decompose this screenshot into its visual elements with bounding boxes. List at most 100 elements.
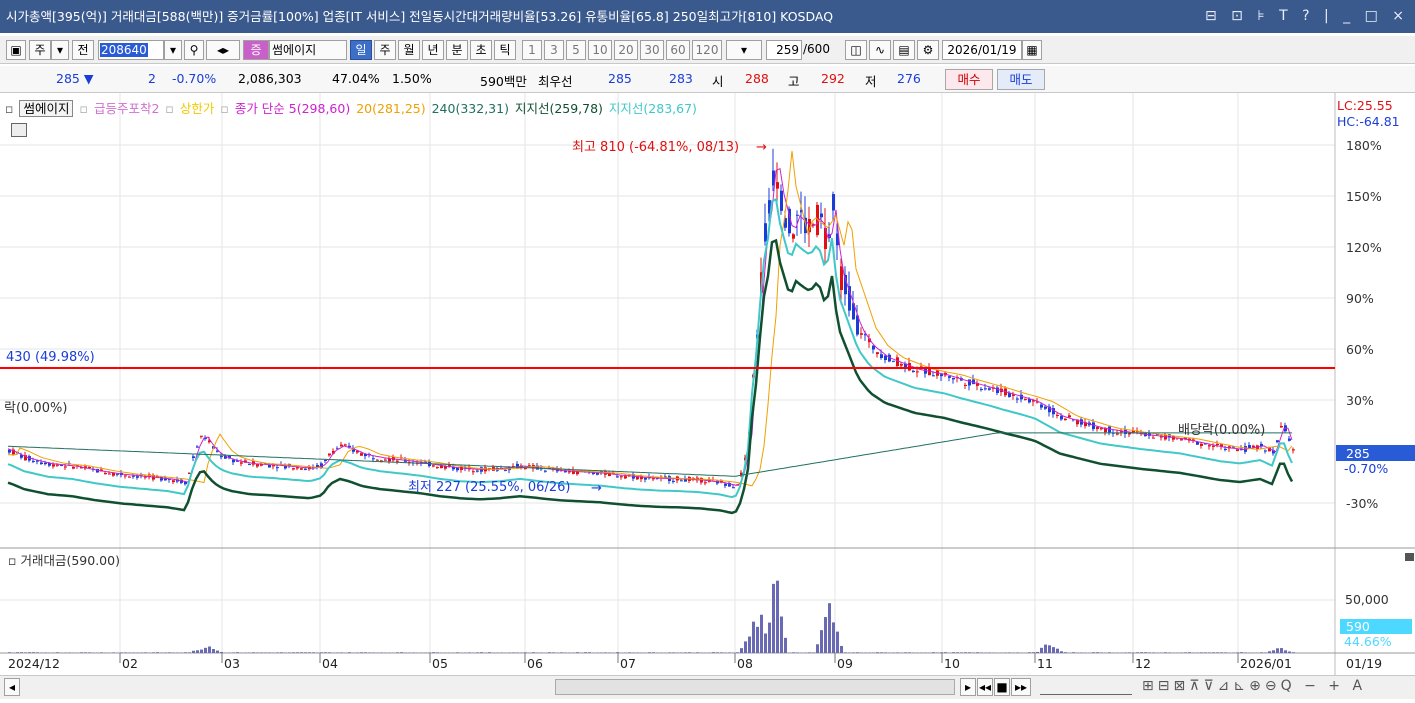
open-price: 288 [745, 71, 769, 86]
volume-bar [256, 652, 259, 653]
y-axis-tick-label: 60% [1346, 342, 1374, 357]
legend-ma-title[interactable]: 종가 단순 5(298,60) [235, 101, 350, 116]
stock-code-input[interactable]: 208640 [98, 40, 164, 60]
tab-minute[interactable]: 분 [446, 40, 468, 60]
tab-week[interactable]: 주 [374, 40, 396, 60]
interval-10[interactable]: 10 [588, 40, 612, 60]
tab-year[interactable]: 년 [422, 40, 444, 60]
trend-icon[interactable]: ∿ [869, 40, 891, 60]
window-title-bar: 시가총액[395(억)] 거래대금[588(백만)] 증거금률[100%] 업종… [0, 0, 1415, 33]
grid-toggle-icon[interactable] [11, 123, 27, 137]
tab-tick[interactable]: 틱 [494, 40, 516, 60]
candle-body [900, 364, 903, 366]
change-value: 2 [148, 71, 156, 86]
candle-body [124, 475, 127, 477]
rewind-icon[interactable]: ◂◂ [977, 678, 993, 696]
candle-body [968, 379, 971, 386]
legend-support2[interactable]: 지지선(283,67) [609, 101, 697, 116]
legend-ma240[interactable]: 240(332,31) [432, 101, 509, 116]
legend-ind1[interactable]: 급등주포착2 [94, 101, 159, 116]
date-input[interactable]: 2026/01/19 [942, 40, 1022, 60]
volume-bar [1164, 652, 1167, 653]
legend-stock[interactable]: 썸에이지 [19, 100, 74, 117]
candle-body [1292, 449, 1295, 451]
interval-1[interactable]: 1 [522, 40, 542, 60]
chevron-down-icon[interactable]: ▾ [51, 40, 69, 60]
candle-body [764, 223, 767, 242]
volume-bar [1144, 652, 1147, 653]
candle-body [1040, 404, 1043, 408]
candle-body [1264, 450, 1267, 452]
zoom-slider[interactable] [1040, 679, 1132, 695]
interval-select[interactable]: ▾ [726, 40, 762, 60]
interval-120[interactable]: 120 [692, 40, 722, 60]
save-icon[interactable]: ▤ [893, 40, 915, 60]
interval-30[interactable]: 30 [640, 40, 664, 60]
x-axis-tick-label: 06 [527, 656, 543, 671]
all-button[interactable]: 전 [72, 40, 94, 60]
screen-icon[interactable]: ▣ [6, 40, 26, 60]
candle-body [376, 459, 379, 461]
volume-bar [856, 652, 859, 653]
compare-icon[interactable]: ◫ [845, 40, 867, 60]
legend-ind2[interactable]: 상한가 [180, 101, 215, 116]
candle-body [724, 483, 727, 486]
tab-second[interactable]: 초 [470, 40, 492, 60]
code-dropdown-icon[interactable]: ▾ [164, 40, 182, 60]
volume-bar [588, 652, 591, 653]
candle-body [644, 477, 647, 480]
panel-close-icon[interactable] [1405, 553, 1414, 561]
volume-bar [768, 622, 771, 653]
volume-bar [360, 652, 363, 653]
count-input[interactable]: 259 [766, 40, 802, 60]
volume-ratio: 47.04% [332, 71, 380, 86]
candle-body [792, 234, 795, 239]
volume-bar [208, 646, 211, 653]
x-axis-tick-label: 2024/12 [8, 656, 60, 671]
drawing-tools-icon[interactable]: ⊞⊟⊠⊼⊽⊿⊾⊕⊖Q − + A [1142, 678, 1366, 694]
interval-60[interactable]: 60 [666, 40, 690, 60]
candle-body [1060, 416, 1063, 420]
volume-bar [200, 649, 203, 653]
volume-bar [112, 652, 115, 653]
price-chart[interactable]: 430 (49.98%) 락(0.00%) 배당락(0.00%) 최고 810 … [0, 93, 1415, 675]
candle-body [40, 462, 43, 465]
calendar-icon[interactable]: ▦ [1022, 40, 1042, 60]
x-axis-tick-label: 09 [837, 656, 853, 671]
candle-body [1236, 449, 1239, 452]
tab-day[interactable]: 일 [350, 40, 372, 60]
volume-bar [320, 652, 323, 653]
interval-3[interactable]: 3 [544, 40, 564, 60]
volume-bar [1292, 652, 1295, 653]
stop-icon[interactable]: ■ [994, 678, 1010, 696]
market-select[interactable]: 주 [29, 40, 51, 60]
volume-bar [860, 652, 863, 653]
candle-body [372, 458, 375, 460]
volume-bar [1092, 652, 1095, 653]
legend-support1[interactable]: 지지선(259,78) [515, 101, 603, 116]
forward-icon[interactable]: ▸▸ [1011, 678, 1031, 696]
scroll-left-icon[interactable]: ◂ [4, 678, 20, 696]
horizontal-scrollbar[interactable]: ◂ ▸ ◂◂ ■ ▸▸ ⊞⊟⊠⊼⊽⊿⊾⊕⊖Q − + A [0, 675, 1415, 699]
volume-bar [672, 652, 675, 653]
sell-button[interactable]: 매도 [997, 69, 1045, 90]
legend-ma20[interactable]: 20(281,25) [356, 101, 425, 116]
window-controls[interactable]: ⊟ ⊡ ⊧ T ? | _ □ × [1205, 0, 1409, 33]
search-icon[interactable]: ⚲ [184, 40, 204, 60]
interval-5[interactable]: 5 [566, 40, 586, 60]
y-axis-tick-label: -30% [1346, 496, 1378, 511]
play-icon[interactable]: ▸ [960, 678, 976, 696]
candle-body [300, 468, 303, 470]
candle-body [108, 473, 111, 475]
candle-body [248, 464, 251, 466]
stock-name-field[interactable]: 썸에이지 [269, 40, 347, 60]
interval-20[interactable]: 20 [614, 40, 638, 60]
volume-bar [172, 652, 175, 653]
candle-body [340, 444, 343, 447]
buy-button[interactable]: 매수 [945, 69, 993, 90]
volume-bar [400, 652, 403, 653]
scroll-thumb[interactable] [555, 679, 955, 695]
tab-month[interactable]: 월 [398, 40, 420, 60]
gear-icon[interactable]: ⚙ [917, 40, 939, 60]
speaker-icon[interactable]: ◂▸ [206, 40, 240, 60]
